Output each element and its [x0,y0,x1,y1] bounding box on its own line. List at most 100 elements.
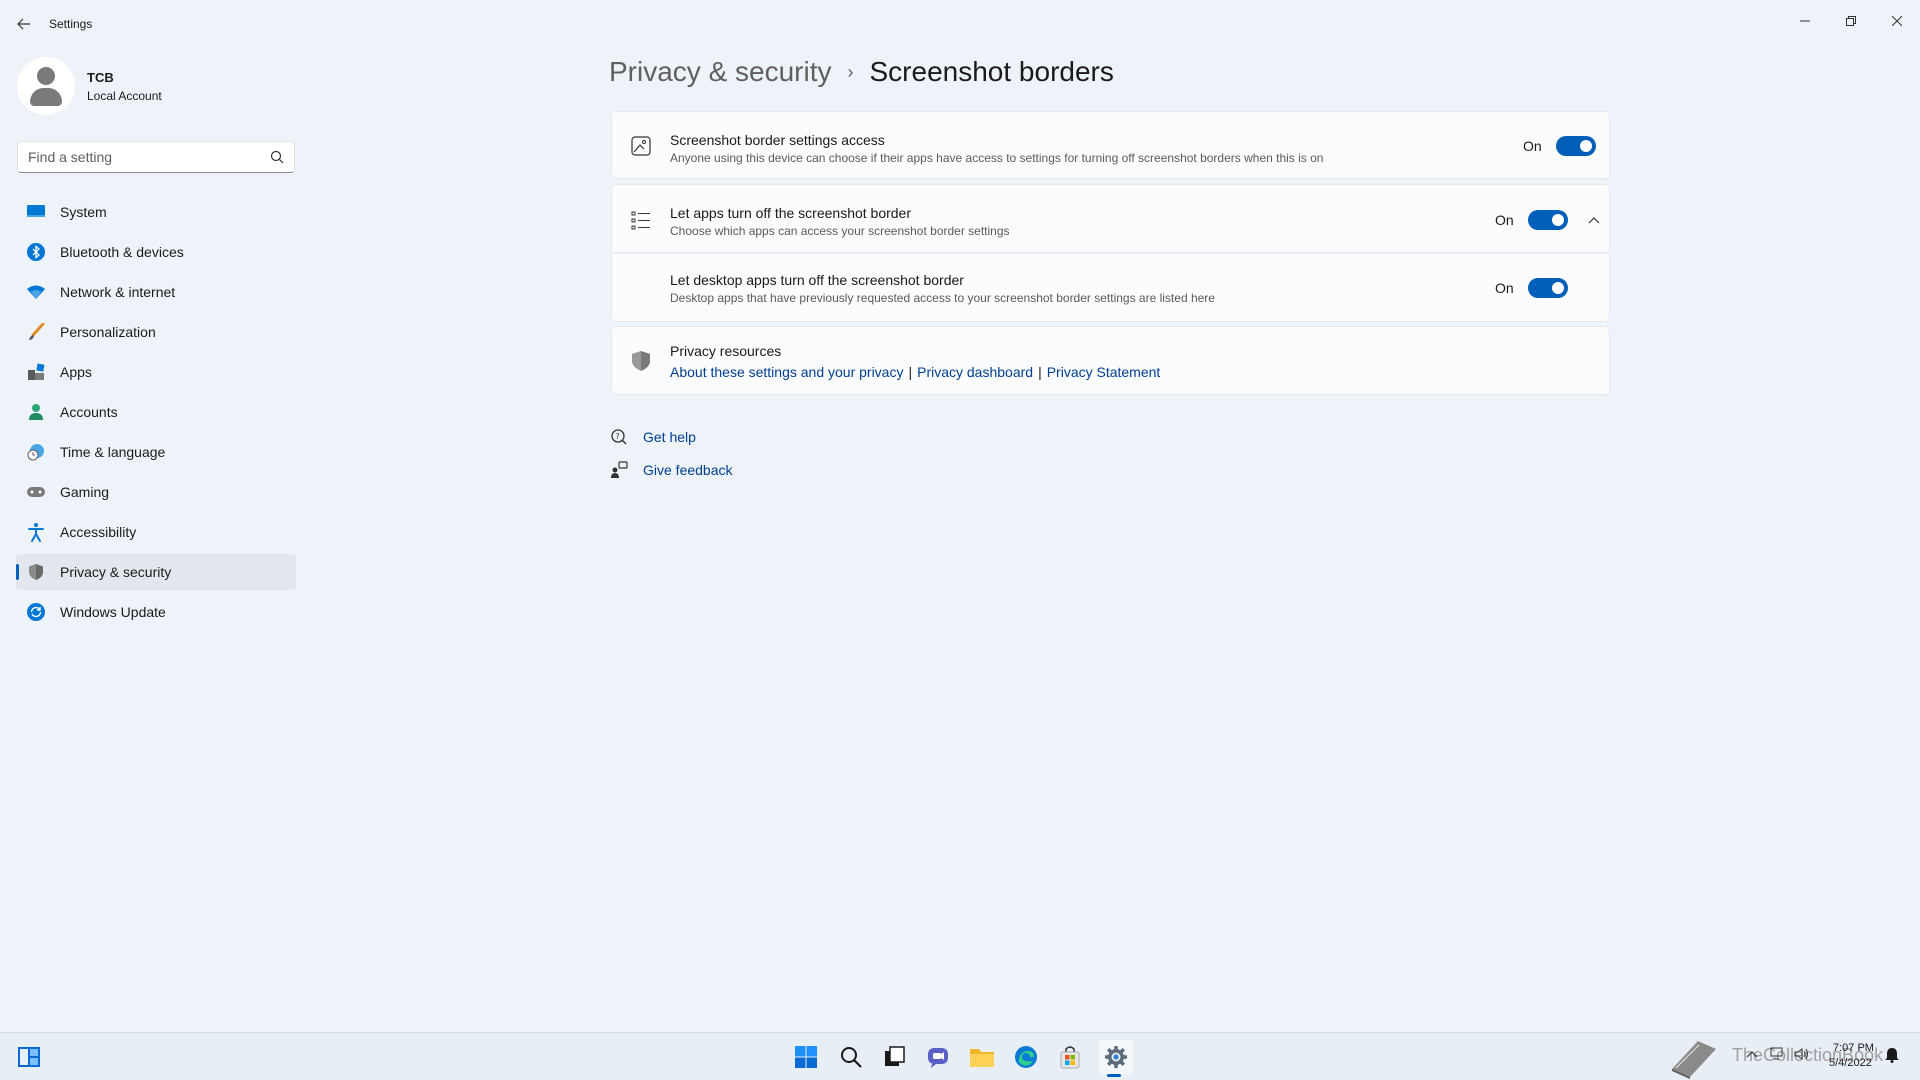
toggle-state-label: On [1523,138,1542,154]
update-icon [26,602,46,622]
bluetooth-icon [26,242,46,262]
minimize-icon [1800,20,1810,22]
notification-bell-icon[interactable] [1885,1047,1899,1066]
sidebar-item-label: Bluetooth & devices [60,244,184,260]
link-about-privacy[interactable]: About these settings and your privacy [670,364,903,380]
book-logo-icon [1668,1035,1720,1079]
let-apps-toggle[interactable] [1527,210,1568,230]
sidebar-item-label: Windows Update [60,604,166,620]
give-feedback-row[interactable]: Give feedback [609,460,733,480]
setting-title: Let desktop apps turn off the screenshot… [670,272,964,288]
sidebar-item-label: Accounts [60,404,118,420]
toggle-state-label: On [1495,212,1514,228]
start-button[interactable] [791,1042,821,1072]
page-title: Screenshot borders [869,56,1114,87]
sidebar-item-system[interactable]: System [16,194,296,230]
tray-chevron-up-icon[interactable] [1746,1047,1758,1061]
gear-icon [1105,1046,1127,1068]
sidebar-item-gaming[interactable]: Gaming [16,474,296,510]
system-icon [26,202,46,222]
setting-card-desktop-apps: Let desktop apps turn off the screenshot… [611,254,1610,322]
sidebar-item-accessibility[interactable]: Accessibility [16,514,296,550]
clock-globe-icon [26,442,46,462]
widgets-icon [18,1047,40,1067]
sidebar-item-personalization[interactable]: Personalization [16,314,296,350]
sidebar-item-label: Personalization [60,324,156,340]
search-box [17,141,295,173]
edge-browser-icon [1015,1046,1037,1068]
brush-icon [26,322,46,342]
sidebar-item-accounts[interactable]: Accounts [16,394,296,430]
sidebar-item-label: Privacy & security [60,564,172,580]
minimize-button[interactable] [1782,6,1828,36]
sidebar-item-label: Time & language [60,444,166,460]
clock-date[interactable]: 5/4/2022 [1829,1057,1872,1069]
link-privacy-dashboard[interactable]: Privacy dashboard [917,364,1033,380]
file-explorer-button[interactable] [967,1042,997,1072]
widgets-button[interactable] [14,1042,44,1072]
avatar [17,57,75,115]
breadcrumb-parent[interactable]: Privacy & security [609,56,832,88]
image-frame-icon [630,135,652,157]
close-icon [1892,16,1902,26]
sidebar-item-apps[interactable]: Apps [16,354,296,390]
edge-button[interactable] [1011,1042,1041,1072]
search-icon[interactable] [270,150,284,164]
wifi-icon [26,282,46,302]
sidebar-item-time-language[interactable]: Time & language [16,434,296,470]
folder-icon [970,1049,994,1067]
back-button[interactable] [12,12,36,36]
chevron-up-icon[interactable] [1586,212,1602,228]
profile-name: TCB [87,69,114,85]
let-desktop-apps-toggle[interactable] [1527,278,1568,298]
setting-description: Desktop apps that have previously reques… [670,291,1215,305]
search-input[interactable] [18,149,258,165]
feedback-icon [609,460,629,480]
setting-description: Anyone using this device can choose if t… [670,151,1324,165]
windows-logo-icon [795,1046,817,1068]
help-chat-icon: ? [609,427,629,447]
link-privacy-statement[interactable]: Privacy Statement [1047,364,1161,380]
accessibility-icon [26,522,46,542]
accounts-icon [26,402,46,422]
sidebar-item-label: Gaming [60,484,110,500]
search-icon [841,1047,862,1068]
setting-card-apps[interactable]: Let apps turn off the screenshot border … [611,184,1610,253]
sidebar-item-label: Apps [60,364,92,380]
task-view-icon [885,1046,905,1066]
store-button[interactable] [1055,1042,1085,1072]
close-button[interactable] [1874,6,1920,36]
chat-button[interactable] [923,1042,953,1072]
gamepad-icon [26,482,46,502]
give-feedback-link[interactable]: Give feedback [643,462,733,478]
restore-button[interactable] [1828,6,1874,36]
network-tray-icon[interactable] [1770,1047,1786,1064]
breadcrumb: Privacy & security › Screenshot borders [609,56,1114,88]
sidebar-item-privacy-security[interactable]: Privacy & security [16,554,296,590]
setting-description: Choose which apps can access your screen… [670,224,1010,238]
teams-chat-icon [928,1048,948,1068]
screenshot-border-access-toggle[interactable] [1555,136,1596,156]
settings-taskbar-button[interactable] [1099,1040,1133,1077]
sidebar-item-network[interactable]: Network & internet [16,274,296,310]
sidebar-item-label: Network & internet [60,284,176,300]
sidebar-item-label: Accessibility [60,524,137,540]
privacy-resources-title: Privacy resources [670,343,782,359]
sidebar-item-windows-update[interactable]: Windows Update [16,594,296,630]
taskbar-search-button[interactable] [836,1042,866,1072]
apps-icon [26,362,46,382]
restore-icon [1846,16,1856,26]
privacy-links: About these settings and your privacy | … [670,364,1160,380]
task-view-button[interactable] [879,1042,909,1072]
get-help-link[interactable]: Get help [643,429,696,445]
privacy-resources-card: Privacy resources About these settings a… [611,326,1610,395]
setting-title: Let apps turn off the screenshot border [670,205,912,221]
clock-time[interactable]: 7:07 PM [1833,1042,1874,1054]
profile-account-type: Local Account [87,88,162,103]
profile[interactable]: TCB Local Account [17,57,162,115]
sidebar-item-bluetooth[interactable]: Bluetooth & devices [16,234,296,270]
taskbar: TheCollectionBook 7:07 PM 5/4/2022 [0,1032,1920,1080]
volume-tray-icon[interactable] [1794,1047,1810,1064]
list-icon [630,209,652,231]
get-help-row[interactable]: ? Get help [609,427,696,447]
